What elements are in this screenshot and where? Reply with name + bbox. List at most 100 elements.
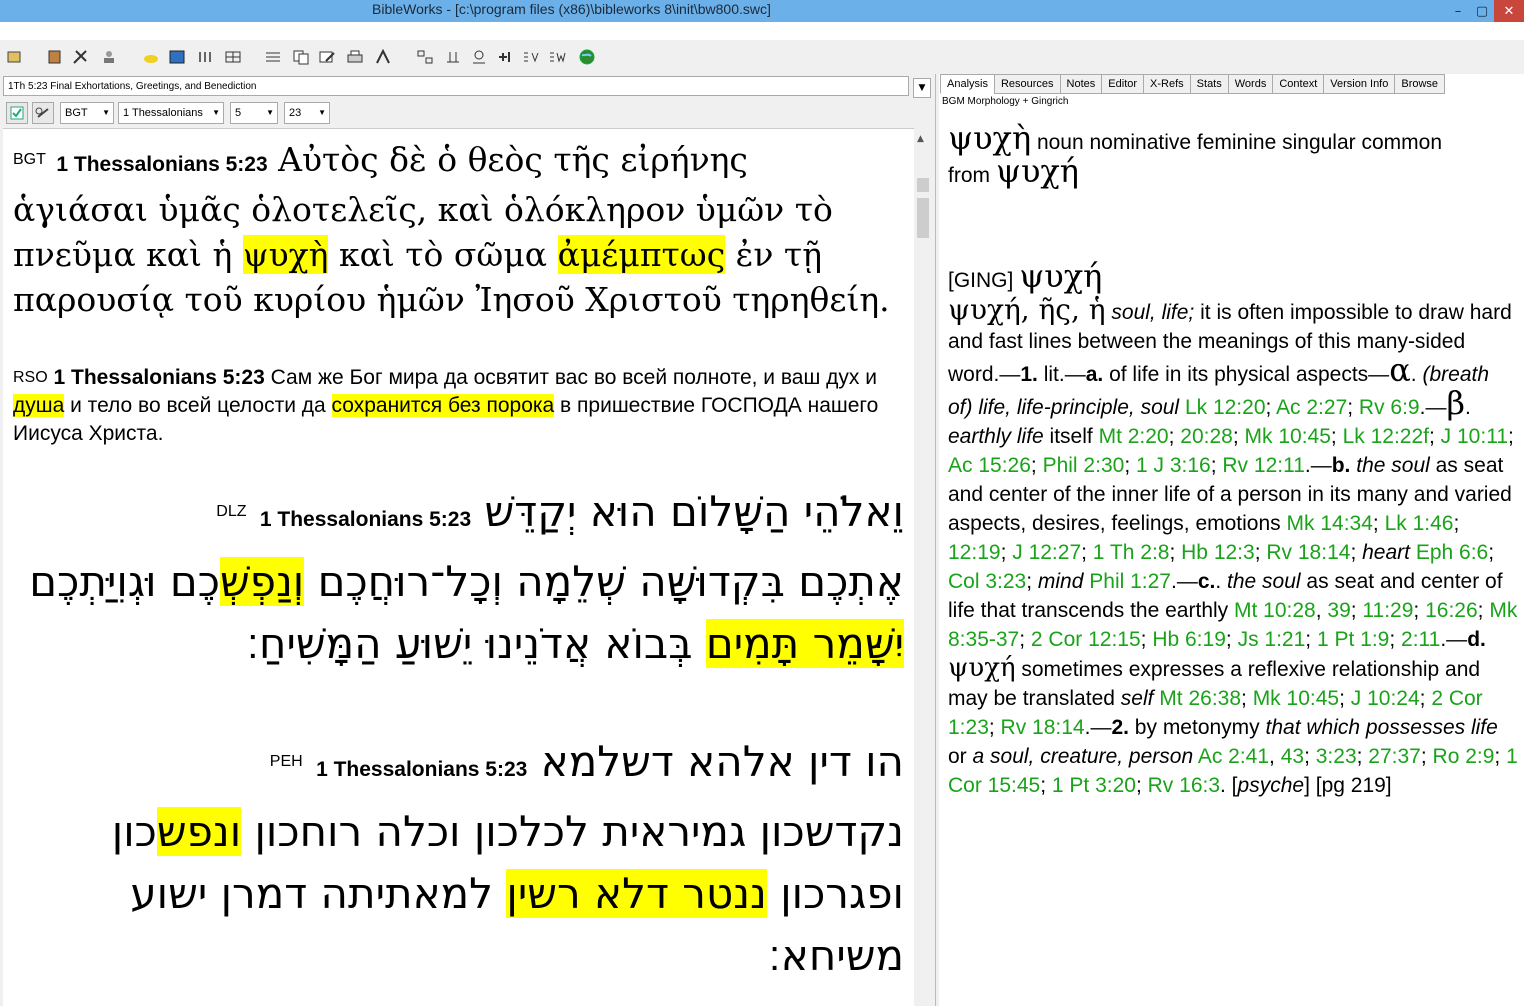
scrollbar-thumb[interactable] xyxy=(917,178,929,192)
verse-title-combo[interactable]: 1Th 5:23 Final Exhortations, Greetings, … xyxy=(3,76,909,96)
scripture-link[interactable]: 11:29 xyxy=(1362,599,1413,622)
browse-scrollbar[interactable]: ▲ xyxy=(914,128,932,1006)
scripture-link[interactable]: Mk 10:45 xyxy=(1253,687,1339,710)
scripture-link[interactable]: 16:26 xyxy=(1425,599,1478,622)
toolbar-edit-icon[interactable] xyxy=(318,49,336,65)
toolbar-copy-icon[interactable] xyxy=(292,49,310,65)
scripture-link[interactable]: Js 1:21 xyxy=(1238,628,1306,651)
scripture-link[interactable]: 20:28 xyxy=(1180,425,1233,448)
tab-browse[interactable]: Browse xyxy=(1394,74,1446,94)
tab-context[interactable]: Context xyxy=(1272,74,1325,94)
scripture-link[interactable]: Col 3:23 xyxy=(948,570,1026,593)
highlighted-word[interactable]: ψυχὴ xyxy=(242,235,329,274)
scripture-link[interactable]: Ro 2:9 xyxy=(1433,745,1495,768)
toolbar-tools-icon[interactable] xyxy=(72,49,90,65)
chapter-select[interactable]: 5 ▼ xyxy=(230,102,278,124)
verse-reference[interactable]: 1 Thessalonians 5:23 xyxy=(260,508,471,531)
toolbar-add-icon[interactable] xyxy=(496,49,514,65)
toolbar-ew-icon[interactable] xyxy=(548,49,566,65)
toolbar-columns-icon[interactable] xyxy=(196,49,214,65)
scripture-link[interactable]: Mt 26:38 xyxy=(1159,687,1241,710)
scripture-link[interactable]: J 10:24 xyxy=(1351,687,1420,710)
verse-reference[interactable]: 1 Thessalonians 5:23 xyxy=(56,153,267,176)
scripture-link[interactable]: Mt 10:28 xyxy=(1234,599,1316,622)
toolbar-font-icon[interactable] xyxy=(374,49,392,65)
verse-reference[interactable]: 1 Thessalonians 5:23 xyxy=(54,366,265,389)
toolbar-ev-icon[interactable] xyxy=(522,49,540,65)
scripture-link[interactable]: Lk 12:20 xyxy=(1185,396,1266,419)
scripture-link[interactable]: 27:37 xyxy=(1368,745,1421,768)
scripture-link[interactable]: J 10:11 xyxy=(1441,425,1508,448)
tab-editor[interactable]: Editor xyxy=(1101,74,1145,94)
scroll-up-icon[interactable]: ▲ xyxy=(917,134,924,144)
highlighted-word[interactable]: ננטר דלא רשין xyxy=(506,869,767,918)
scripture-link[interactable]: Phil 2:30 xyxy=(1043,454,1125,477)
highlighted-word[interactable]: душа xyxy=(13,394,65,417)
tab-xrefs[interactable]: X-Refs xyxy=(1143,74,1191,94)
highlighted-word[interactable]: ἀμέμπτως xyxy=(557,235,726,274)
minimize-button[interactable]: – xyxy=(1446,0,1470,22)
scripture-link[interactable]: 2:11 xyxy=(1401,628,1440,651)
search-window-icon[interactable] xyxy=(6,49,24,65)
highlighted-word[interactable]: сохранится без порока xyxy=(331,394,555,417)
toolbar-layout-icon[interactable] xyxy=(416,49,434,65)
scripture-link[interactable]: Rv 16:3 xyxy=(1148,774,1220,797)
lemma[interactable]: ψυχή xyxy=(996,152,1079,190)
scripture-link[interactable]: 12:19 xyxy=(948,541,1001,564)
globe-icon[interactable] xyxy=(578,49,596,65)
scripture-link[interactable]: Hb 6:19 xyxy=(1152,628,1226,651)
scripture-link[interactable]: J 12:27 xyxy=(1012,541,1081,564)
scripture-link[interactable]: Hb 12:3 xyxy=(1181,541,1255,564)
scripture-link[interactable]: 1 Th 2:8 xyxy=(1093,541,1170,564)
tab-version-info[interactable]: Version Info xyxy=(1323,74,1396,94)
toolbar-print-icon[interactable] xyxy=(346,49,364,65)
toolbar-list-icon[interactable] xyxy=(264,49,282,65)
scripture-link[interactable]: Rv 6:9 xyxy=(1359,396,1420,419)
scripture-link[interactable]: Eph 6:6 xyxy=(1416,541,1488,564)
link-icon[interactable] xyxy=(32,102,54,124)
toolbar-book-icon[interactable] xyxy=(46,49,64,65)
scripture-link[interactable]: 1 J 3:16 xyxy=(1136,454,1211,477)
maximize-button[interactable]: ▢ xyxy=(1470,0,1494,22)
version-select[interactable]: BGT ▼ xyxy=(60,102,114,124)
scripture-link[interactable]: Ac 2:41 xyxy=(1198,745,1269,768)
scripture-link[interactable]: Phil 1:27 xyxy=(1089,570,1171,593)
toolbar-grid-icon[interactable] xyxy=(224,49,242,65)
verse-select[interactable]: 23 ▼ xyxy=(284,102,330,124)
scripture-link[interactable]: Rv 18:14 xyxy=(1001,716,1085,739)
scripture-link[interactable]: Ac 2:27 xyxy=(1276,396,1347,419)
scripture-link[interactable]: Lk 12:22f xyxy=(1343,425,1429,448)
browse-text-area[interactable]: BGT 1 Thessalonians 5:23 Αὐτὸς δὲ ὁ θεὸς… xyxy=(3,128,914,1007)
scripture-link[interactable]: 1 Pt 1:9 xyxy=(1317,628,1389,651)
scripture-link[interactable]: Lk 1:46 xyxy=(1385,512,1454,535)
highlighted-word[interactable]: וְנַפְשְׁ xyxy=(219,557,305,606)
scripture-link[interactable]: 39 xyxy=(1327,599,1350,622)
tab-notes[interactable]: Notes xyxy=(1059,74,1103,94)
scripture-link[interactable]: Rv 12:11 xyxy=(1222,454,1305,477)
check-icon[interactable] xyxy=(6,102,28,124)
scripture-link[interactable]: Rv 18:14 xyxy=(1266,541,1350,564)
toolbar-text-icon[interactable] xyxy=(444,49,462,65)
toolbar-window-icon[interactable] xyxy=(168,49,186,65)
scripture-link[interactable]: Mt 2:20 xyxy=(1099,425,1169,448)
scripture-link[interactable]: Mk 10:45 xyxy=(1245,425,1331,448)
toolbar-user-icon[interactable] xyxy=(470,49,488,65)
scripture-link[interactable]: 43 xyxy=(1281,745,1304,768)
tab-words[interactable]: Words xyxy=(1227,74,1274,94)
book-select[interactable]: 1 Thessalonians ▼ xyxy=(118,102,224,124)
highlighted-word[interactable]: יִשָּׁמֵר תָּמִים xyxy=(705,619,904,668)
tab-stats[interactable]: Stats xyxy=(1189,74,1229,94)
scripture-link[interactable]: Mk 14:34 xyxy=(1287,512,1373,535)
scripture-link[interactable]: 2 Cor 12:15 xyxy=(1031,628,1141,651)
toolbar-highlight-icon[interactable] xyxy=(142,49,160,65)
tab-resources[interactable]: Resources xyxy=(993,74,1061,94)
scripture-link[interactable]: Ac 15:26 xyxy=(948,454,1031,477)
scripture-link[interactable]: 3:23 xyxy=(1316,745,1357,768)
tab-analysis[interactable]: Analysis xyxy=(940,74,995,94)
highlighted-word[interactable]: ונפש xyxy=(156,807,242,856)
verse-combo-dropdown-icon[interactable]: ▼ xyxy=(913,78,931,98)
verse-reference[interactable]: 1 Thessalonians 5:23 xyxy=(316,758,527,781)
close-button[interactable]: ✕ xyxy=(1494,0,1524,22)
toolbar-person-icon[interactable] xyxy=(100,49,118,65)
scripture-link[interactable]: 1 Pt 3:20 xyxy=(1052,774,1136,797)
